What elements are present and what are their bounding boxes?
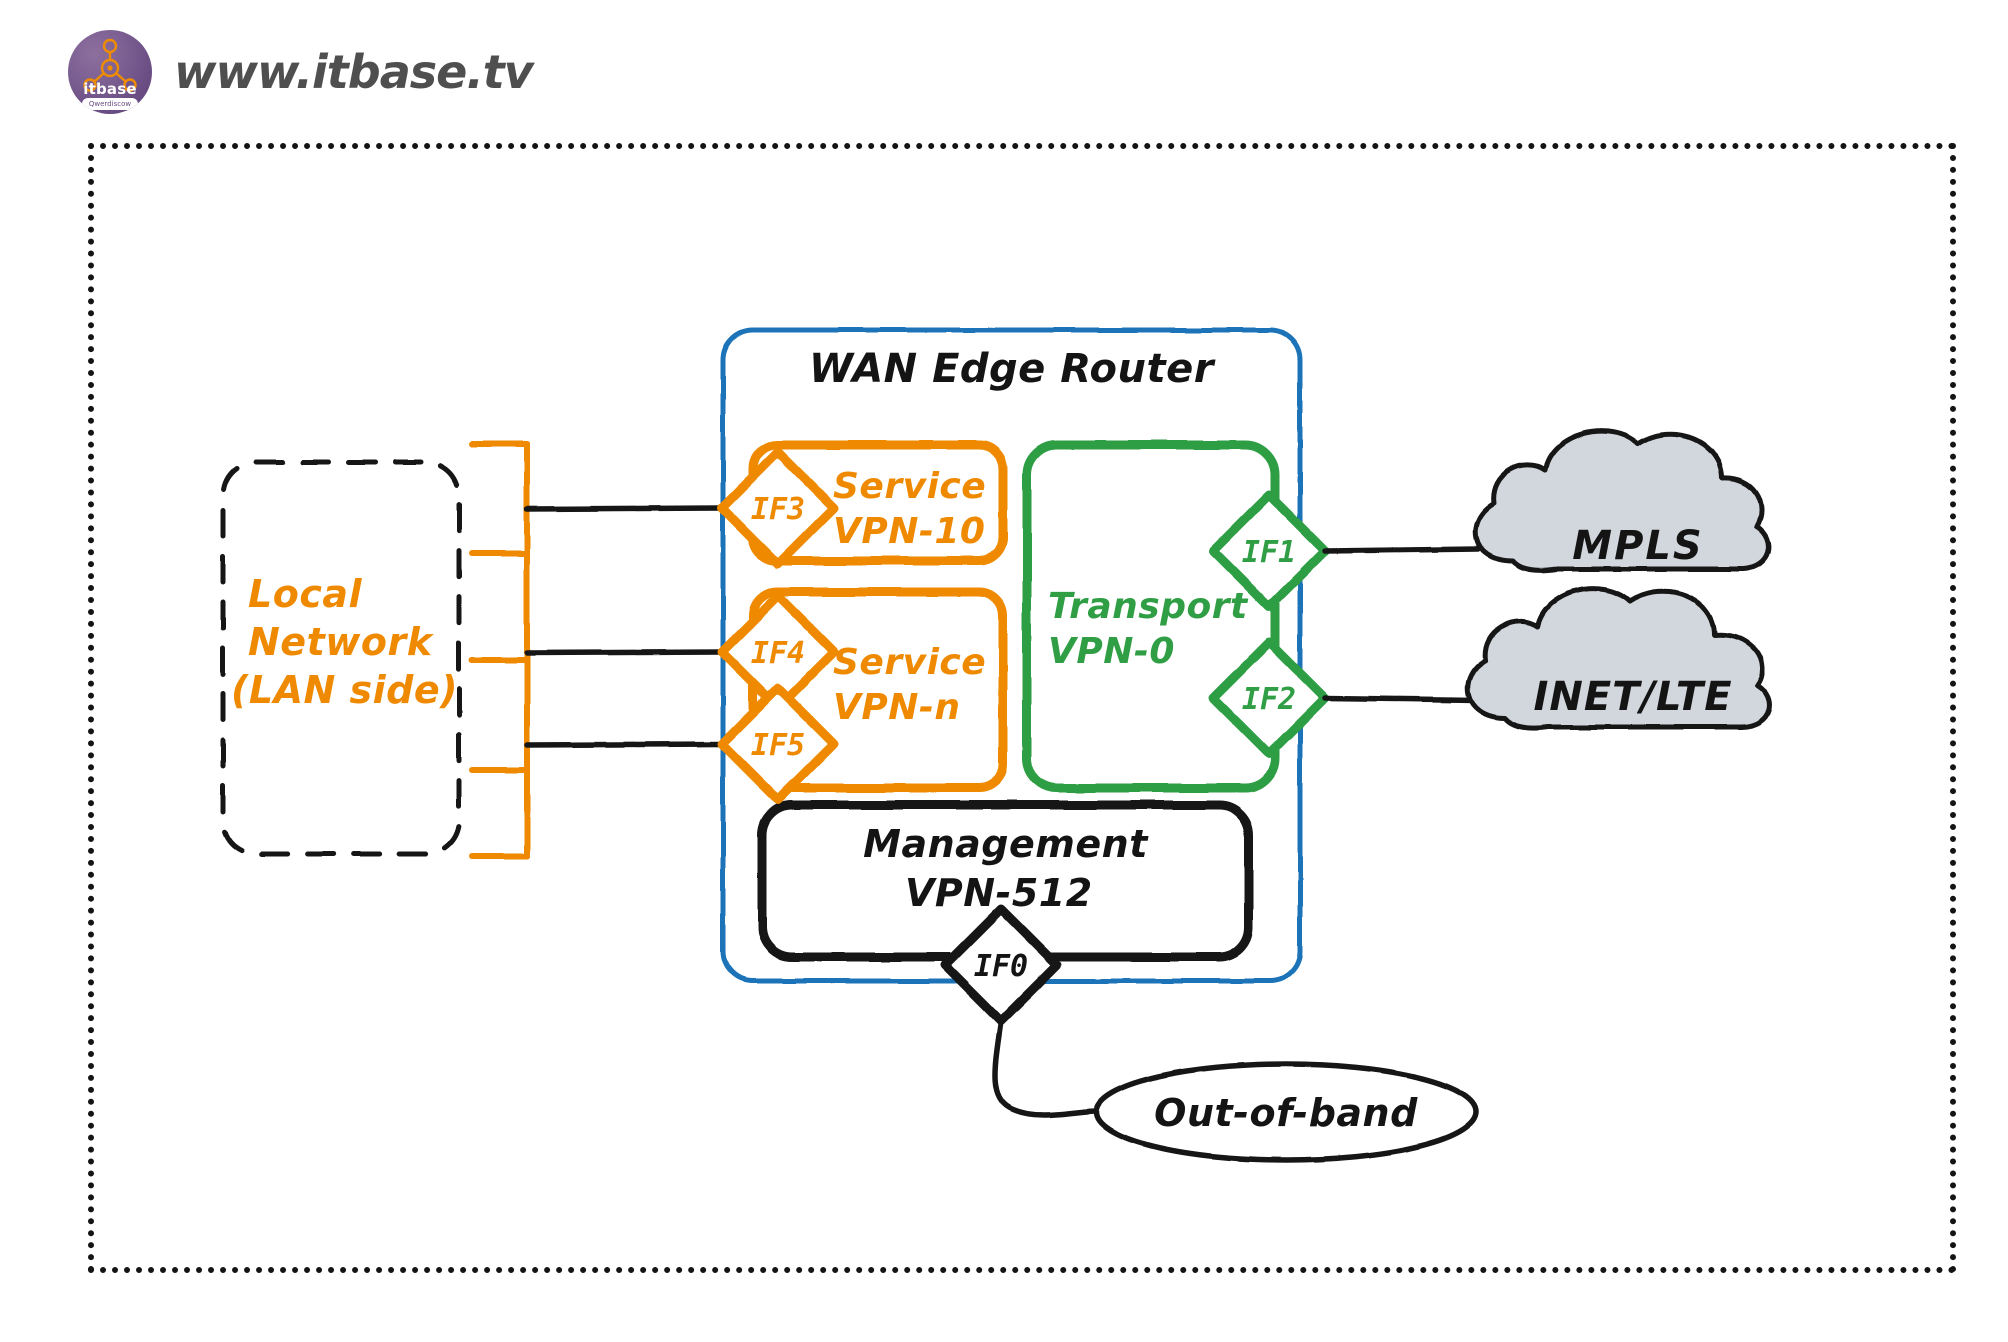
lan-interface-links [524, 505, 725, 748]
interface-label-if1: IF1 [1241, 535, 1297, 570]
link-lan-if3 [524, 505, 725, 512]
link-lan-if5 [524, 741, 725, 748]
network-diagram-svg [220, 327, 1772, 1163]
inet-lte-cloud [1465, 585, 1772, 731]
mpls-cloud [1473, 428, 1771, 573]
diagram-canvas: itbase Qwerdiscow www.itbase.tv WAN Edge… [0, 0, 2008, 1342]
interface-label-if4: IF4 [750, 636, 806, 671]
wan-cloud-links [1322, 546, 1481, 703]
local-network-box [220, 459, 462, 857]
link-if2-inet [1322, 695, 1481, 703]
lan-bracket [469, 441, 530, 859]
out-of-band-node [1093, 1061, 1479, 1163]
interface-label-if3: IF3 [750, 492, 806, 527]
transport-vpn-0-box [1022, 440, 1280, 793]
link-lan-if4 [524, 649, 725, 656]
interface-label-if2: IF2 [1241, 682, 1297, 717]
interface-label-if5: IF5 [750, 728, 806, 763]
interface-label-if0: IF0 [973, 949, 1029, 984]
link-if1-mpls [1322, 546, 1481, 554]
link-if0-out-of-band [992, 1018, 1097, 1118]
